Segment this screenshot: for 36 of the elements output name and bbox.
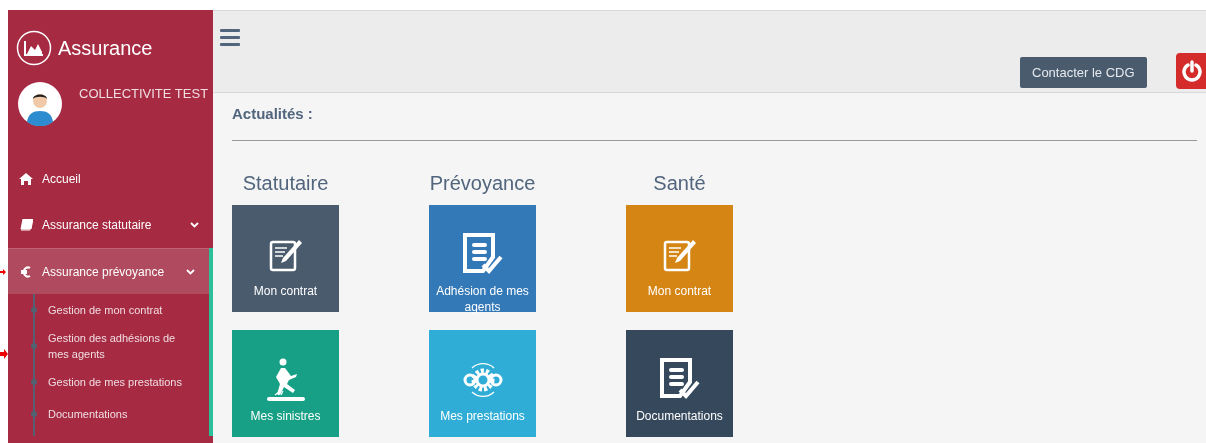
brand-title: Assurance — [58, 36, 153, 61]
power-button[interactable] — [1176, 53, 1206, 89]
tile-button[interactable]: Mes sinistres — [232, 329, 339, 437]
news-heading: Actualités : — [232, 93, 1197, 141]
tile-button[interactable]: Documentations — [626, 329, 733, 437]
edit-icon — [268, 237, 303, 272]
logo-icon — [16, 30, 52, 66]
menu-item[interactable]: Accueil — [8, 156, 213, 202]
submenu-item[interactable]: Documentations — [48, 402, 128, 426]
gears-icon — [461, 361, 504, 398]
avatar-icon — [18, 82, 62, 126]
home-icon — [19, 173, 33, 185]
power-icon — [1182, 60, 1202, 82]
submenu-item[interactable]: Gestion de mon contrat — [48, 298, 163, 322]
contact-button[interactable]: Contacter le CDG — [1020, 57, 1147, 88]
book-icon — [19, 219, 33, 231]
arrow-icon — [0, 349, 8, 359]
tile-button[interactable]: Adhésion de mes agents — [429, 204, 536, 312]
tile-button[interactable]: Mon contrat — [232, 204, 339, 312]
submenu-item[interactable]: Gestion des adhésions de mes agents — [48, 326, 189, 366]
menu-label: Accueil — [42, 171, 82, 188]
menu-label: Assurance statutaire — [42, 217, 153, 234]
person-falling-icon — [265, 357, 306, 402]
menu-item[interactable]: Assurance prévoyance — [8, 248, 209, 294]
section-title: Santé — [653, 170, 706, 196]
section-title: Prévoyance — [429, 170, 536, 196]
arrow-icon — [0, 268, 6, 276]
submenu-item[interactable]: Gestion de mes prestations — [48, 370, 182, 394]
user-name: COLLECTIVITE TEST — [79, 85, 209, 103]
section-title: Statutaire — [242, 170, 329, 196]
menu-icon[interactable] — [220, 29, 240, 46]
euro-icon — [21, 265, 31, 278]
tile-button[interactable]: Mon contrat — [626, 204, 733, 312]
edit-icon — [662, 237, 697, 272]
menu-item[interactable]: Assurance statutaire — [8, 202, 213, 248]
menu-label: Assurance prévoyance — [42, 263, 166, 281]
